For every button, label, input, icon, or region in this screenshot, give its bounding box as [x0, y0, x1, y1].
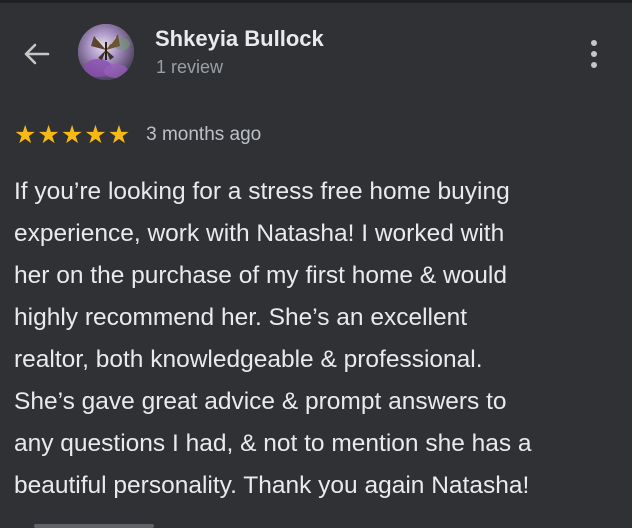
butterfly-avatar-image — [78, 24, 134, 80]
review-text-line: highly recommend her. She’s an excellent — [14, 304, 468, 331]
reviewer-name[interactable]: Shkeyia Bullock — [155, 26, 324, 52]
star-icon: ★ — [60, 120, 84, 149]
review-text-line: any questions I had, & not to mention sh… — [14, 430, 532, 457]
review-text-line: experience, work with Natasha! I worked … — [14, 220, 505, 247]
rating-row: ★ ★ ★ ★ ★ 3 months ago — [14, 122, 261, 148]
review-text-line: beautiful personality. Thank you again N… — [14, 472, 530, 499]
star-icon: ★ — [84, 120, 107, 149]
review-count: 1 review — [156, 57, 224, 77]
star-icon: ★ — [37, 120, 60, 149]
avatar[interactable] — [78, 24, 134, 80]
more-vert-icon-dot — [591, 62, 597, 68]
star-rating: ★ ★ ★ ★ ★ — [14, 122, 130, 148]
more-options-button[interactable] — [578, 34, 610, 74]
star-icon: ★ — [14, 120, 37, 149]
more-vert-icon — [591, 40, 597, 46]
bottom-divider — [34, 524, 154, 528]
back-button[interactable] — [16, 36, 56, 72]
arrow-left-icon — [24, 43, 50, 65]
review-text: If you’re looking for a stress free home… — [14, 171, 624, 507]
review-header: Shkeyia Bullock 1 review — [0, 0, 632, 110]
star-icon: ★ — [107, 120, 131, 149]
review-time: 3 months ago — [146, 124, 262, 145]
review-text-line: If you’re looking for a stress free home… — [14, 178, 510, 205]
review-text-line: realtor, both knowledgeable & profession… — [14, 346, 483, 373]
review-text-line: her on the purchase of my first home & w… — [14, 262, 507, 289]
review-text-line: She’s gave great advice & prompt answers… — [14, 388, 507, 415]
more-vert-icon-dot — [591, 51, 597, 57]
